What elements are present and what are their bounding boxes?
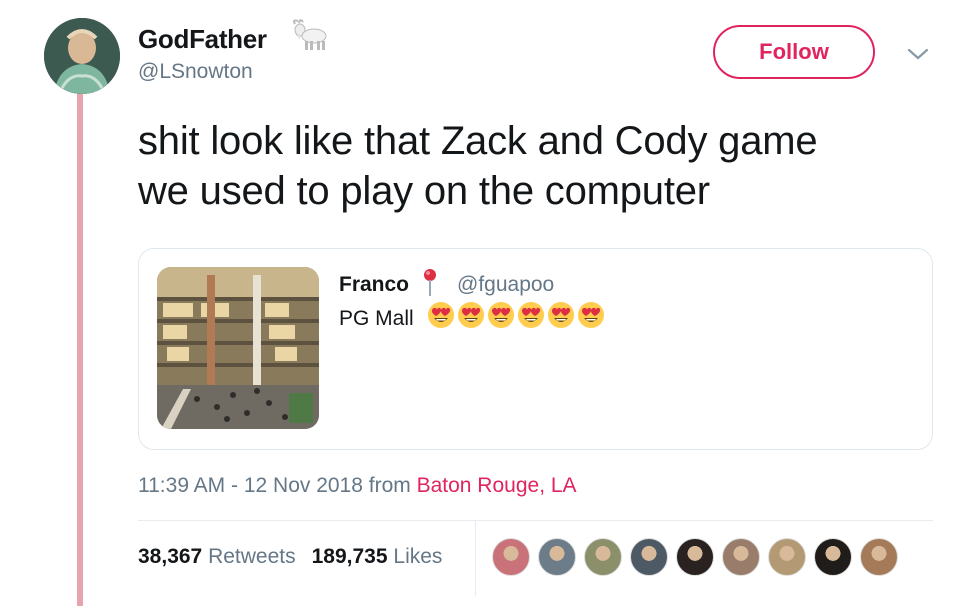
heart-eyes-emoji	[548, 302, 574, 328]
mall-atrium-photo[interactable]	[157, 267, 319, 429]
heart-eyes-emoji	[518, 302, 544, 328]
liker-avatar[interactable]	[676, 538, 714, 576]
liker-avatar[interactable]	[538, 538, 576, 576]
retweets-stat[interactable]: 38,367 Retweets	[138, 545, 296, 568]
heart-eyes-emoji	[458, 302, 484, 328]
quoted-handle[interactable]: @fguapoo	[457, 273, 554, 297]
retweets-count: 38,367	[138, 545, 203, 568]
location-link[interactable]: Baton Rouge, LA	[417, 474, 577, 497]
avatar[interactable]	[44, 18, 120, 94]
tweet-text: shit look like that Zack and Cody game w…	[138, 116, 938, 216]
liker-avatar[interactable]	[814, 538, 852, 576]
emoji-row	[427, 301, 607, 331]
heart-eyes-emoji	[488, 302, 514, 328]
author-display-name[interactable]: GodFather	[138, 24, 267, 55]
stats-separator	[475, 521, 476, 596]
liker-avatar[interactable]	[768, 538, 806, 576]
quoted-display-name[interactable]: Franco	[339, 273, 409, 297]
liker-avatar[interactable]	[722, 538, 760, 576]
liker-avatar[interactable]	[630, 538, 668, 576]
liker-avatar[interactable]	[492, 538, 530, 576]
heart-eyes-emoji	[578, 302, 604, 328]
thread-line	[77, 92, 83, 606]
quoted-tweet-card[interactable]: Franco @fguapoo PG Mall	[138, 248, 933, 450]
tweet-stats: 38,367 Retweets 189,735 Likes	[138, 545, 442, 569]
quoted-text: PG Mall	[339, 307, 414, 330]
liker-avatar[interactable]	[860, 538, 898, 576]
tweet-timestamp: 11:39 AM - 12 Nov 2018 from Baton Rouge,…	[138, 474, 577, 498]
retweets-label: Retweets	[208, 545, 296, 568]
divider	[138, 520, 933, 521]
heart-eyes-emoji	[428, 302, 454, 328]
likes-stat[interactable]: 189,735 Likes	[312, 545, 443, 568]
tweet-text-line: shit look like that Zack and Cody game	[138, 119, 818, 163]
chevron-down-icon[interactable]	[906, 46, 930, 62]
liker-avatar[interactable]	[584, 538, 622, 576]
timestamp-text[interactable]: 11:39 AM - 12 Nov 2018 from	[138, 474, 417, 497]
likes-count: 189,735	[311, 545, 388, 568]
pin-icon	[424, 269, 436, 296]
likers-avatars	[492, 538, 906, 576]
likes-label: Likes	[393, 545, 443, 568]
tweet-text-line: we used to play on the computer	[138, 169, 710, 213]
author-handle[interactable]: @LSnowton	[138, 60, 253, 84]
goat-icon	[293, 19, 327, 50]
follow-button[interactable]: Follow	[713, 25, 875, 79]
